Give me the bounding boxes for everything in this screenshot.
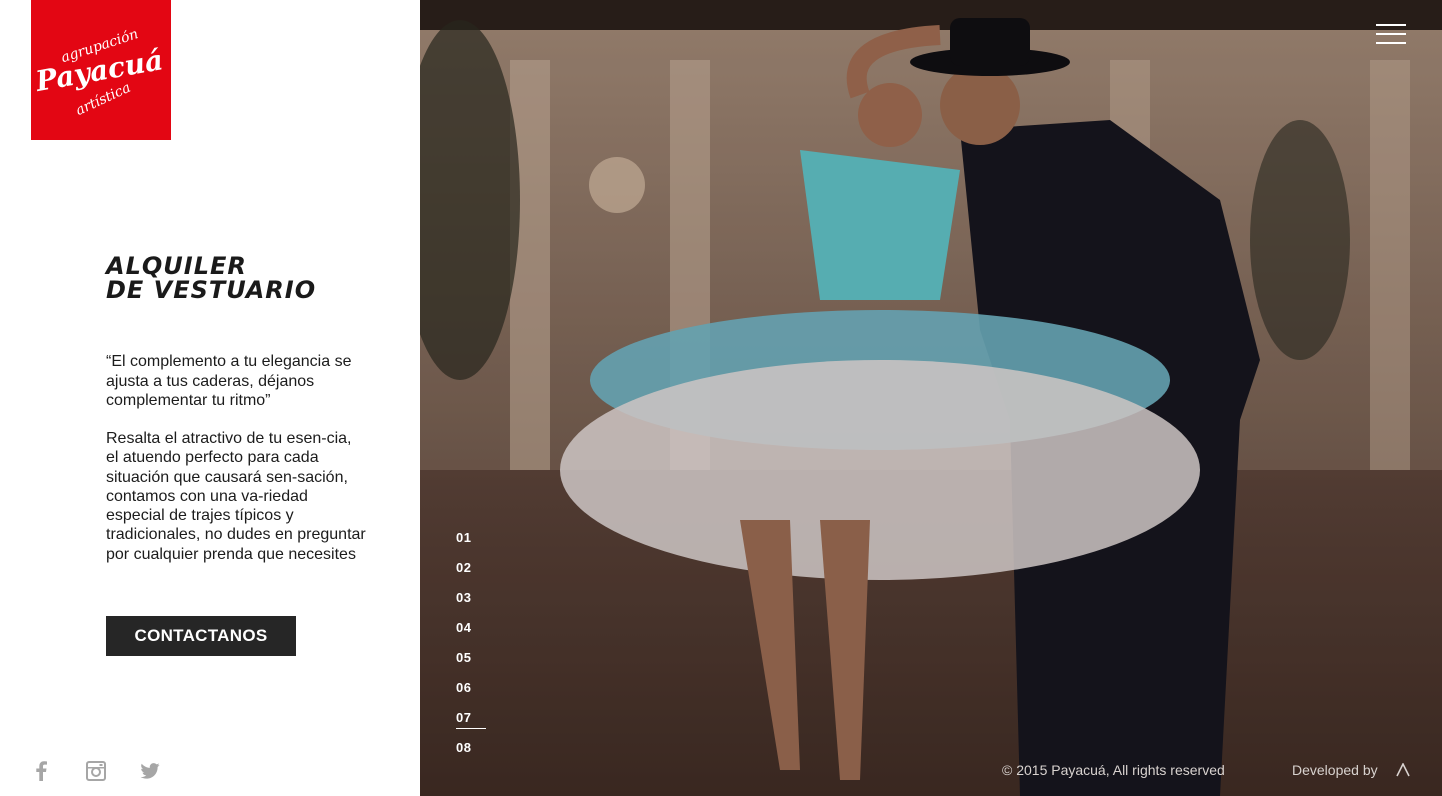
menu-line <box>1376 24 1406 26</box>
instagram-icon[interactable] <box>85 760 107 782</box>
slide-nav-item[interactable]: 04 <box>456 618 496 648</box>
slide-nav-item[interactable]: 08 <box>456 738 496 768</box>
menu-button[interactable] <box>1376 24 1406 44</box>
slide-nav-item[interactable]: 01 <box>456 528 496 558</box>
left-panel: agrupación Payacuá artística Alquiler de… <box>0 0 420 796</box>
description-text: Resalta el atractivo de tu esen-cia, el … <box>106 430 366 563</box>
page-title-line1: Alquiler <box>106 252 247 280</box>
slide-nav-item[interactable]: 02 <box>456 558 496 588</box>
hero-image: 01 02 03 04 05 06 07 08 © 2015 Payacuá, All rig… <box>420 0 1442 796</box>
slide-navigation: 01 02 03 04 05 06 07 08 <box>456 528 496 768</box>
twitter-icon[interactable] <box>139 760 161 782</box>
developed-by-text: Developed by <box>1292 762 1378 778</box>
logo-graphic: agrupación Payacuá artística <box>32 26 165 119</box>
brand-logo[interactable]: agrupación Payacuá artística <box>31 0 171 140</box>
contact-button[interactable]: CONTACTANOS <box>106 616 296 656</box>
menu-line <box>1376 33 1406 35</box>
slide-nav-item[interactable]: 03 <box>456 588 496 618</box>
slide-nav-item[interactable]: 06 <box>456 678 496 708</box>
page-title: Alquiler de vestuario <box>106 254 316 302</box>
page-title-line2: de vestuario <box>106 276 317 304</box>
developer-logo-icon[interactable] <box>1396 762 1410 777</box>
copyright-text: © 2015 Payacuá, All rights reserved <box>1002 762 1225 778</box>
dancers-photo <box>420 0 1442 796</box>
facebook-icon[interactable] <box>30 760 52 782</box>
menu-line <box>1376 42 1406 44</box>
quote-text: “El complemento a tu elegancia se ajusta… <box>106 353 352 409</box>
slide-nav-item[interactable]: 07 <box>456 708 496 738</box>
slide-nav-item[interactable]: 05 <box>456 648 496 678</box>
